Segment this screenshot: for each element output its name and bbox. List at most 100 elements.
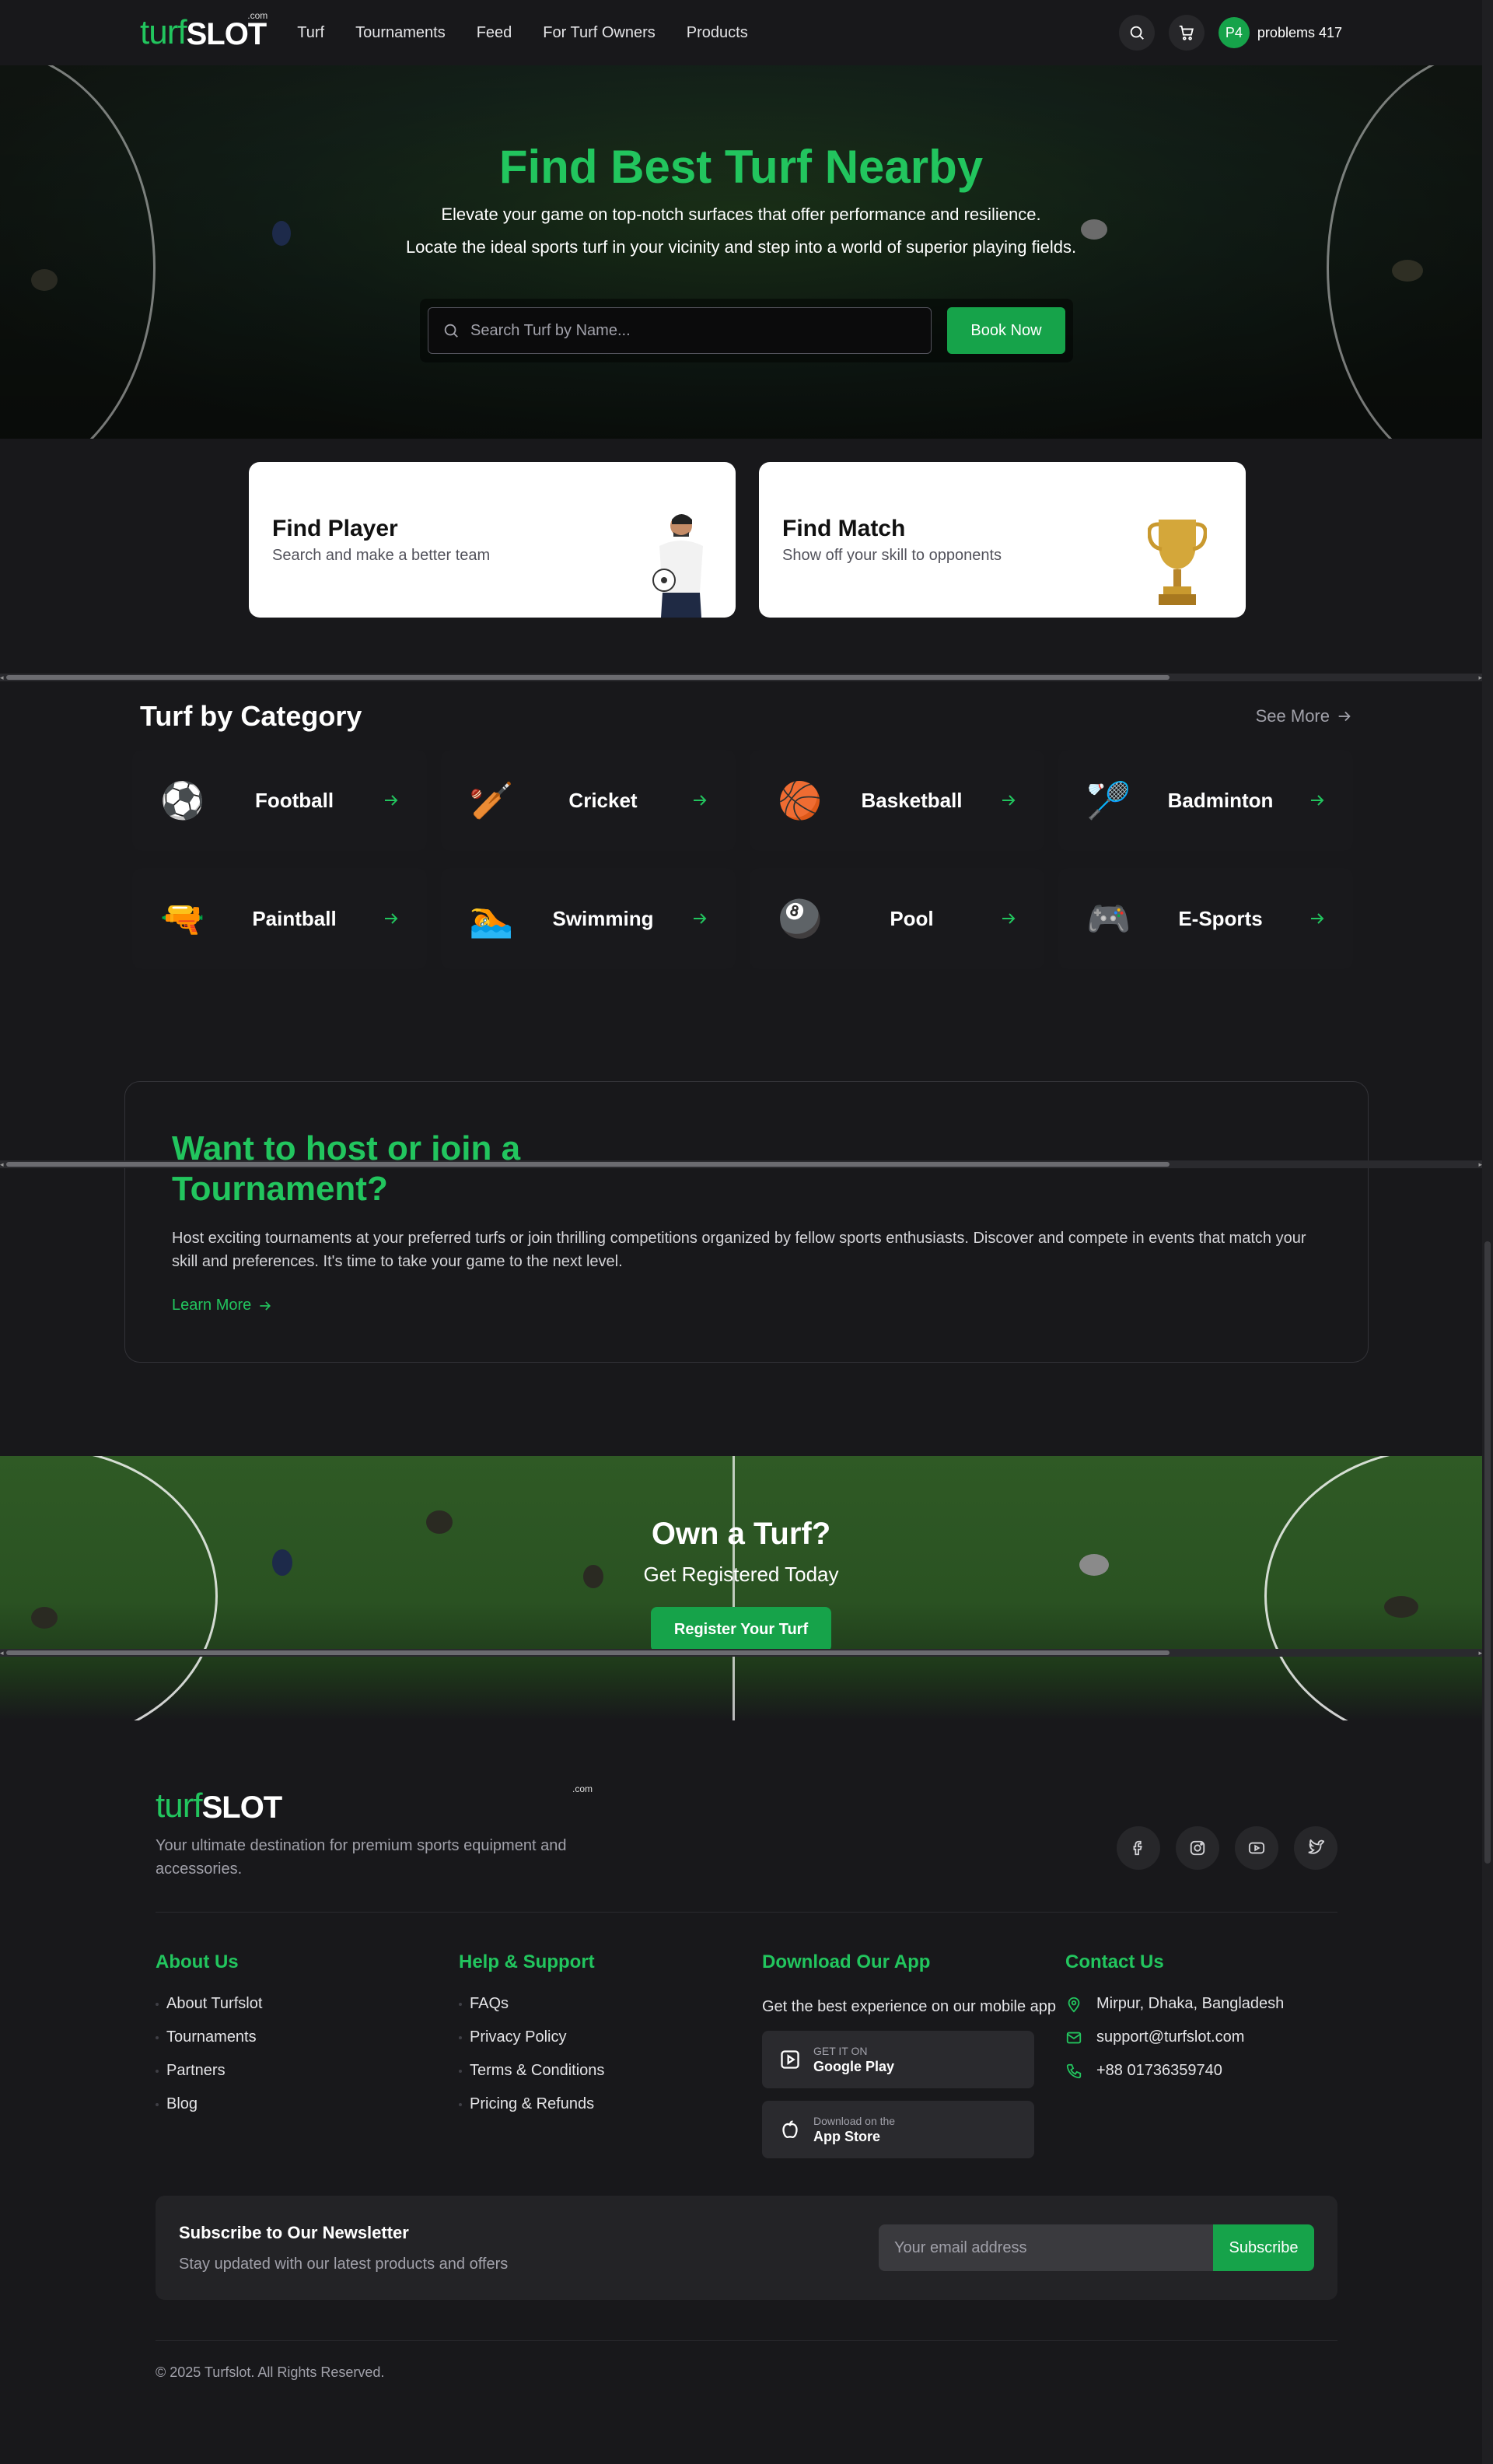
- app-store-button[interactable]: Download on the App Store: [762, 2101, 1034, 2158]
- category-basketball[interactable]: 🏀 Basketball: [750, 750, 1044, 851]
- instagram-icon: [1190, 1840, 1205, 1856]
- arrow-right-icon: [385, 913, 398, 924]
- category-pool[interactable]: 🎱 Pool: [750, 868, 1044, 969]
- category-cricket[interactable]: 🏏 Cricket: [441, 750, 736, 851]
- google-play-button[interactable]: GET IT ON Google Play: [762, 2031, 1034, 2088]
- see-more-link[interactable]: See More: [1256, 706, 1353, 726]
- horizontal-scrollbar[interactable]: ◂ ▸: [0, 1649, 1482, 1657]
- own-turf-title: Own a Turf?: [651, 1517, 831, 1551]
- app-column: Download Our App Get the best experience…: [762, 1951, 1065, 2171]
- category-paintball[interactable]: 🔫 Paintball: [132, 868, 427, 969]
- copyright: © 2025 Turfslot. All Rights Reserved.: [156, 2340, 1337, 2381]
- contact-email[interactable]: support@turfslot.com: [1065, 2028, 1337, 2046]
- category-esports[interactable]: 🎮 E-Sports: [1058, 868, 1353, 969]
- facebook-link[interactable]: [1117, 1826, 1160, 1870]
- contact-column: Contact Us Mirpur, Dhaka, Bangladesh sup…: [1065, 1951, 1337, 2171]
- register-turf-button[interactable]: Register Your Turf: [650, 1607, 832, 1652]
- nav-links: Turf Tournaments Feed For Turf Owners Pr…: [297, 24, 747, 42]
- category-grid: ⚽ Football 🏏 Cricket 🏀 Basketball 🏸 Badminto…: [132, 750, 1361, 969]
- arrow-right-icon: [260, 1300, 271, 1311]
- category-badminton[interactable]: 🏸 Badminton: [1058, 750, 1353, 851]
- learn-more-link[interactable]: Learn More: [172, 1297, 1321, 1314]
- nav-actions: P4 problems 417: [1118, 15, 1342, 51]
- instagram-link[interactable]: [1176, 1826, 1219, 1870]
- horizontal-scrollbar[interactable]: ◂ ▸: [0, 1160, 1482, 1168]
- about-column: About Us About Turfslot Tournaments Part…: [156, 1951, 459, 2171]
- tournament-title: Want to host or join a Tournament?: [172, 1129, 521, 1208]
- category-header: Turf by Category See More: [140, 700, 1353, 733]
- top-navbar: turf SLOT .com Turf Tournaments Feed For …: [0, 0, 1482, 65]
- pool-icon: 🎱: [778, 898, 823, 939]
- book-now-button[interactable]: Book Now: [947, 307, 1065, 354]
- search-button[interactable]: [1118, 15, 1155, 51]
- location-icon: [1068, 1997, 1080, 2012]
- scrollbar-thumb[interactable]: [6, 1162, 1170, 1167]
- search-placeholder: Search Turf by Name...: [470, 321, 631, 339]
- tournament-body: Host exciting tournaments at your prefer…: [172, 1230, 1306, 1270]
- twitter-link[interactable]: [1294, 1826, 1337, 1870]
- nav-link-products[interactable]: Products: [687, 24, 748, 42]
- footer-link[interactable]: About Turfslot: [156, 1995, 459, 2013]
- footer-top: turf SLOT .com Your ultimate destination …: [156, 1784, 1337, 1913]
- search-bar: Search Turf by Name... Book Now: [420, 299, 1073, 362]
- category-swimming[interactable]: 🏊 Swimming: [441, 868, 736, 969]
- hero-subtitle-1: Elevate your game on top-notch surfaces …: [441, 205, 1041, 224]
- subscribe-button[interactable]: Subscribe: [1213, 2224, 1314, 2271]
- hero-subtitle-2: Locate the ideal sports turf in your vic…: [405, 237, 1077, 257]
- nav-link-feed[interactable]: Feed: [477, 24, 512, 42]
- footer-link[interactable]: Partners: [156, 2062, 459, 2080]
- footer-link[interactable]: Terms & Conditions: [459, 2062, 762, 2080]
- basketball-icon: 🏀: [778, 779, 823, 821]
- arrow-right-icon: [1002, 795, 1016, 806]
- newsletter-form: Your email address Subscribe: [879, 2224, 1314, 2271]
- category-football[interactable]: ⚽ Football: [132, 750, 427, 851]
- twitter-icon: [1308, 1839, 1324, 1854]
- scrollbar-thumb[interactable]: [1484, 1241, 1491, 1864]
- cricket-icon: 🏏: [469, 779, 514, 821]
- turf-search-input[interactable]: Search Turf by Name...: [428, 307, 932, 354]
- footer-link[interactable]: Blog: [156, 2095, 459, 2113]
- search-icon: [444, 324, 458, 338]
- nav-link-tournaments[interactable]: Tournaments: [355, 24, 446, 42]
- youtube-link[interactable]: [1235, 1826, 1278, 1870]
- player-figure: [1392, 260, 1423, 282]
- nav-link-turf[interactable]: Turf: [297, 24, 324, 42]
- footer-logo[interactable]: turf SLOT .com: [156, 1784, 593, 1823]
- footer-link[interactable]: Privacy Policy: [459, 2028, 762, 2046]
- footer-link[interactable]: Pricing & Refunds: [459, 2095, 762, 2113]
- phone-icon: [1066, 2063, 1082, 2078]
- user-avatar[interactable]: P4: [1218, 17, 1250, 48]
- footer-link[interactable]: FAQs: [459, 1995, 762, 2013]
- newsletter-subtitle: Stay updated with our latest products an…: [179, 2255, 509, 2273]
- site-logo[interactable]: turf SLOT .com: [140, 11, 267, 50]
- hero-section: Find Best Turf Nearby Elevate your game …: [0, 65, 1482, 439]
- nav-link-turf-owners[interactable]: For Turf Owners: [543, 24, 655, 42]
- facebook-icon: [1133, 1840, 1142, 1856]
- help-column: Help & Support FAQs Privacy Policy Terms…: [459, 1951, 762, 2171]
- apple-icon: [782, 2120, 798, 2139]
- contact-phone[interactable]: +88 01736359740: [1065, 2062, 1337, 2080]
- footer-link[interactable]: Tournaments: [156, 2028, 459, 2046]
- horizontal-scrollbar[interactable]: ◂ ▸: [0, 674, 1482, 681]
- cart-icon: [1179, 25, 1194, 40]
- footer-columns: About Us About Turfslot Tournaments Part…: [156, 1951, 1337, 2171]
- cart-button[interactable]: [1168, 15, 1205, 51]
- newsletter-box: Subscribe to Our Newsletter Stay updated…: [156, 2196, 1337, 2300]
- find-player-card[interactable]: Find Player Search and make a better tea…: [249, 462, 736, 618]
- newsletter-email-input[interactable]: Your email address: [879, 2224, 1213, 2271]
- esports-icon: 🎮: [1086, 898, 1131, 939]
- scrollbar-thumb[interactable]: [6, 1650, 1170, 1655]
- arrow-right-icon: [1338, 711, 1351, 722]
- youtube-icon: [1248, 1842, 1265, 1854]
- paintball-icon: 🔫: [160, 898, 205, 939]
- feature-cards: Find Player Search and make a better tea…: [249, 462, 1246, 618]
- tournament-section: Want to host or join a Tournament? Host …: [124, 1081, 1369, 1363]
- vertical-scrollbar[interactable]: [1482, 0, 1493, 2464]
- find-match-card[interactable]: Find Match Show off your skill to oppone…: [759, 462, 1246, 618]
- arrow-right-icon: [385, 795, 398, 806]
- username[interactable]: problems 417: [1257, 25, 1342, 41]
- category-title: Turf by Category: [140, 700, 362, 732]
- scrollbar-thumb[interactable]: [6, 675, 1170, 680]
- badminton-icon: 🏸: [1086, 779, 1131, 821]
- swimming-icon: 🏊: [469, 898, 514, 939]
